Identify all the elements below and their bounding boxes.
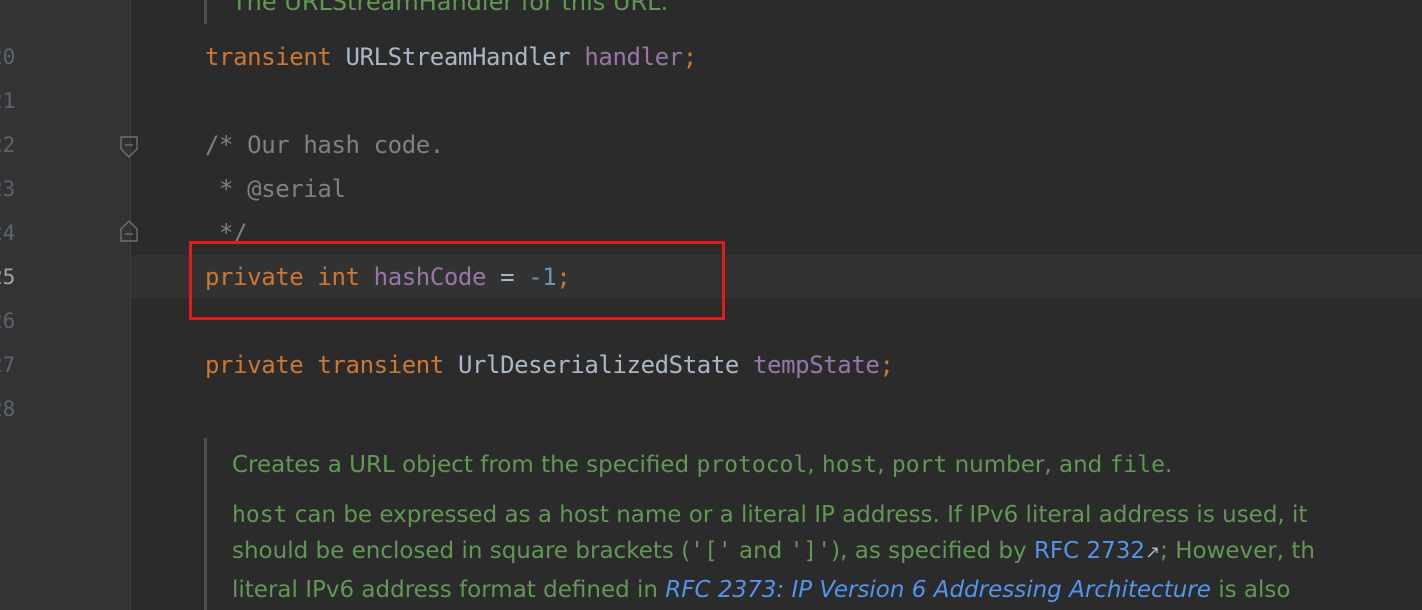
type-name: URLStreamHandler <box>345 43 571 71</box>
red-highlight-box <box>189 241 725 320</box>
line-number[interactable]: 22 <box>0 133 30 157</box>
line-number[interactable]: 26 <box>0 309 30 333</box>
doc-code: protocol <box>696 452 808 478</box>
doc-paragraph-2-line-3: literal IPv6 address format defined in R… <box>232 575 1290 605</box>
keyword: private <box>205 351 304 379</box>
doc-paragraph-2-line-1: host can be expressed as a host name or … <box>232 500 1307 530</box>
line-number[interactable]: 27 <box>0 353 30 377</box>
code-line-20[interactable]: transient URLStreamHandler handler; <box>205 42 697 72</box>
code-line-23[interactable]: * @serial <box>205 174 346 204</box>
doc-text: ), as specified by <box>831 538 1034 564</box>
line-number[interactable]: 23 <box>0 177 30 201</box>
doc-code: host <box>821 452 878 478</box>
doc-text: is also <box>1210 577 1291 603</box>
doc-text: should be enclosed in square brackets ( <box>232 538 691 564</box>
doc-paragraph-1: Creates a URL object from the specified … <box>232 450 1172 480</box>
doc-text: number, and <box>947 452 1110 478</box>
line-number[interactable]: 20 <box>0 45 30 69</box>
doc-text: literal IPv6 address format defined in <box>232 577 666 603</box>
keyword: transient <box>317 351 444 379</box>
doc-comment-bar <box>204 438 207 610</box>
doc-text: Creates a URL object from the specified <box>232 452 697 478</box>
line-number[interactable]: 24 <box>0 221 30 245</box>
fold-open-icon[interactable] <box>120 136 138 158</box>
line-number[interactable]: 21 <box>0 89 30 113</box>
external-link-icon[interactable]: ↗ <box>1145 542 1160 563</box>
doc-comment-top: The URLStreamHandler for this URL. <box>232 0 669 16</box>
doc-comment-bar <box>204 0 207 24</box>
field-name: tempState <box>753 351 880 379</box>
line-number[interactable]: 28 <box>0 397 30 421</box>
doc-code: file <box>1109 452 1165 478</box>
field-name: handler <box>584 43 683 71</box>
code-line-27[interactable]: private transient UrlDeserializedState t… <box>205 350 894 380</box>
semicolon: ; <box>682 43 697 71</box>
keyword: transient <box>205 43 332 71</box>
fold-close-icon[interactable] <box>120 220 138 242</box>
rfc-2732-link[interactable]: RFC 2732 <box>1034 538 1145 564</box>
doc-text: , <box>877 452 892 478</box>
semicolon: ; <box>879 351 894 379</box>
doc-text: ; However, th <box>1160 538 1315 564</box>
doc-text: can be expressed as a host name or a lit… <box>287 502 1308 528</box>
doc-code: port <box>891 452 948 478</box>
line-number-active[interactable]: 25 <box>0 265 30 289</box>
doc-code: host <box>232 502 288 528</box>
doc-code: ']' <box>789 538 832 564</box>
rfc-2373-link[interactable]: RFC 2373: IP Version 6 Addressing Archit… <box>665 577 1211 603</box>
type-name: UrlDeserializedState <box>457 351 739 379</box>
doc-text: . <box>1164 452 1173 478</box>
doc-code: '[' <box>690 538 732 564</box>
code-line-22[interactable]: /* Our hash code. <box>205 130 444 160</box>
doc-text: and <box>731 538 790 564</box>
doc-paragraph-2-line-2: should be enclosed in square brackets ('… <box>232 536 1315 568</box>
doc-text: , <box>807 452 822 478</box>
